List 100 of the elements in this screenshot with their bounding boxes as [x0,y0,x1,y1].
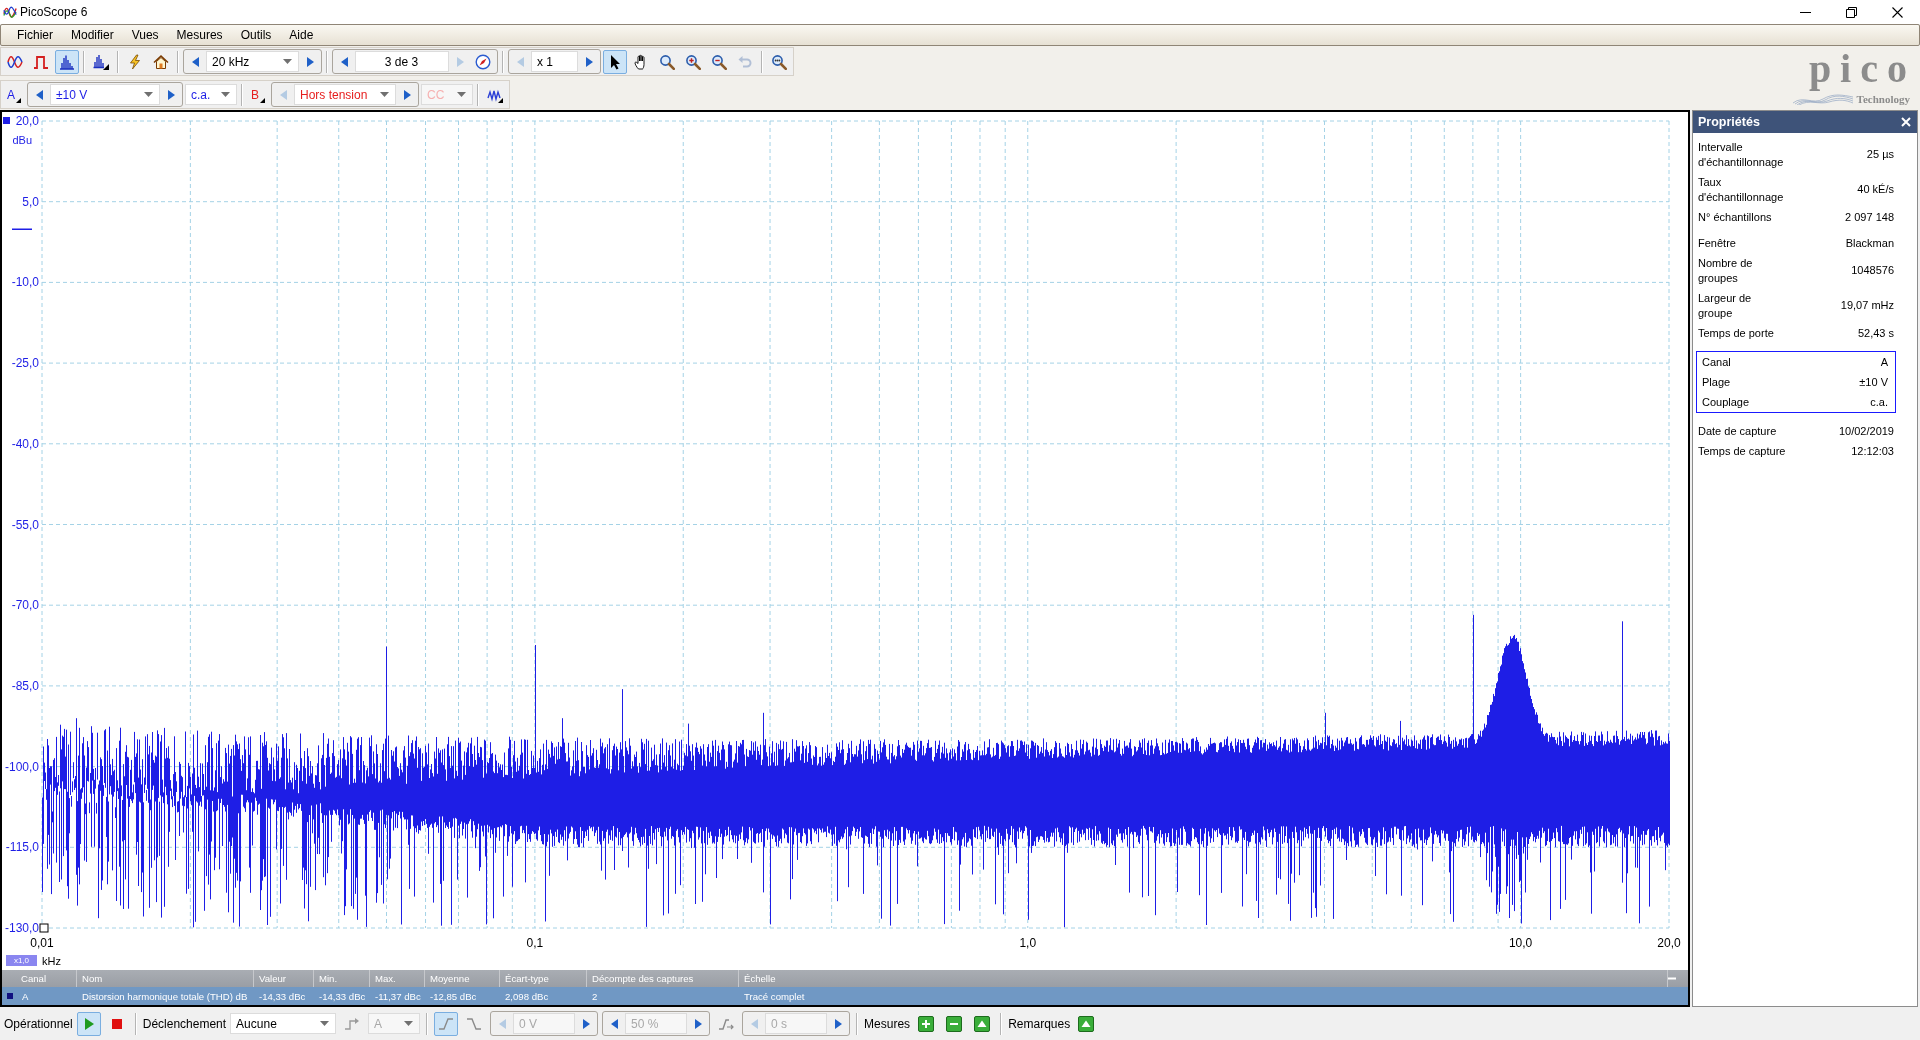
run-status-label: Opérationnel [4,1016,73,1031]
axis-label: -100,0 [4,759,39,774]
property-value: ±10 V [1859,374,1888,390]
magnifier-icon [659,53,675,70]
property-label: Intervalle d'échantillonnage [1698,139,1785,170]
property-value: 52,43 s [1857,325,1894,341]
left-triangle-icon [750,1018,758,1029]
menu-item[interactable]: Mesures [167,26,232,44]
bar-spectrum-icon [59,53,75,70]
property-label: Fenêtre [1698,235,1737,251]
property-label: Canal [1702,354,1732,370]
compass-icon [475,53,491,70]
table-row[interactable]: A Distorsion harmonique totale (THD) dB -14,33 dBc -14,33 dBc -11,37 dBc -12,85 dBc 2,098 dBc 2 Tracé complet [2,987,1688,1005]
channel-button[interactable]: B [247,82,269,107]
property-label: Largeur de groupe [1698,290,1753,321]
trigger-label: Déclenchement [142,1016,227,1031]
menu-item[interactable]: Aide [280,26,323,44]
measurements-label: Mesures [864,1016,911,1031]
property-label: Plage [1702,374,1732,390]
property-value: c.a. [1870,394,1888,410]
property-label: Temps de capture [1698,443,1786,459]
axis-label: -130,0 [4,921,39,935]
caret-icon [380,92,389,97]
house-icon [153,53,169,70]
table-cell-text: Distorsion harmonique totale (THD) dB [81,989,249,1004]
caret-icon [320,1021,330,1026]
table-cell-text: Tracé complet [743,989,806,1004]
left-triangle-icon [191,56,199,67]
axis-label: -85,0 [11,678,39,693]
property-label: Taux d'échantillonnage [1698,174,1785,205]
left-triangle-icon [610,1018,618,1029]
square-marker-icon [39,923,49,933]
property-label: N° échantillons [1698,209,1773,225]
property-label: Date de capture [1698,423,1777,439]
table-cell-text: 2,098 dBc [504,989,550,1004]
capture-index-field[interactable]: 3 de 3 [355,51,449,72]
property-value: A [1880,354,1888,370]
left-triangle-icon [516,56,524,67]
frequency-range-dropdown[interactable]: 20 kHz [206,51,299,72]
right-triangle-icon [585,56,593,67]
axis-label: 20,0 [15,114,39,128]
right-triangle-icon [306,56,314,67]
right-triangle-icon [834,1018,842,1029]
right-triangle-icon [167,89,175,100]
notes-label: Remarques [1008,1016,1071,1031]
axis-label: -115,0 [5,840,39,855]
caret-icon [457,92,466,97]
window-title: PicoScope 6 [20,5,88,19]
trigger-mode-dropdown[interactable]: Aucune [230,1013,337,1034]
right-triangle-icon [403,89,411,100]
property-value: 1048576 [1851,263,1894,278]
caret-icon [144,92,153,97]
property-value: 10/02/2019 [1838,423,1894,439]
menu-item[interactable]: Modifier [62,26,123,44]
axis-label: -10,0 [11,275,39,290]
coupling-dropdown[interactable]: c.a. [185,84,237,105]
lightning-icon [127,53,143,70]
bar-spectrum-triangle-icon [93,53,109,70]
range-dropdown[interactable]: ±10 V [50,84,160,105]
level-marker-icon [12,228,32,230]
menu-item[interactable]: Vues [122,26,168,44]
left-triangle-icon [35,89,43,100]
sine-waves-icon [7,53,23,70]
axis-label: -70,0 [11,598,39,613]
property-value: 12:12:03 [1851,443,1894,459]
property-value: 25 µs [1866,147,1894,162]
table-cell-text: -11,37 dBc [374,989,422,1004]
channel-button[interactable]: A [3,82,25,107]
caret-icon [283,59,292,64]
table-cell-text: -12,85 dBc [429,989,478,1004]
axis-label: -55,0 [11,517,39,532]
range-dropdown[interactable]: Hors tension [294,84,396,105]
corner-triangle-icon [16,97,21,103]
corner-triangle-icon [260,97,265,103]
axis-label: 10,0 [1508,936,1533,950]
zoom-factor-field[interactable]: x 1 [531,51,578,72]
caret-icon [404,1021,414,1026]
axis-label: 1,0 [1019,936,1037,950]
table-cell: A [22,990,29,1002]
left-triangle-icon [340,56,348,67]
wave-logo-icon [3,5,17,19]
axis-label: -40,0 [11,436,39,451]
falling-edge-icon [466,1015,483,1032]
table-cell-text: -14,33 dBc [258,989,307,1004]
menu-item[interactable]: Outils [231,26,281,44]
property-value: 19,07 mHz [1840,298,1894,313]
wave-lines-icon [1792,93,1853,105]
table-cell-text: -14,33 dBc [318,989,367,1004]
run-button[interactable] [76,1011,101,1036]
plus-icon [918,1015,935,1032]
square-pulse-icon [33,53,49,70]
menu-item[interactable]: Fichier [8,26,62,44]
caret-icon [221,92,230,97]
restore-icon [1845,6,1857,18]
axis-label: 5,0 [22,194,39,209]
axis-label: 0,01 [30,936,54,950]
pointer-tool-button[interactable] [603,49,627,74]
table-cell-text: 2 [591,989,599,1004]
magnifier-dots-icon [771,53,787,70]
spectrum-view-button[interactable] [55,49,79,74]
